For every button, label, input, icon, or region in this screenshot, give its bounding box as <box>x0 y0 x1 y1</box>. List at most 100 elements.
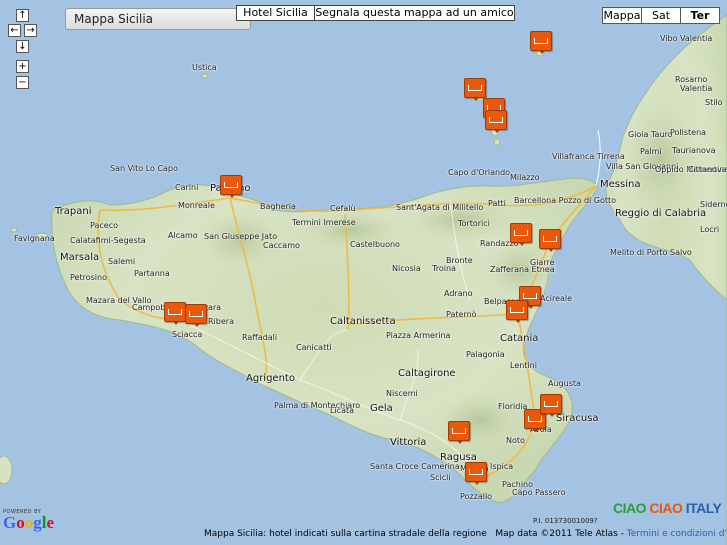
place-label: San Giuseppe Jato <box>204 232 278 241</box>
place-label: Milazzo <box>510 173 540 182</box>
place-label: Bagheria <box>260 202 296 211</box>
place-label: Patti <box>488 199 506 208</box>
place-label: Carini <box>175 183 199 192</box>
zoom-in-button[interactable]: + <box>16 60 29 73</box>
bed-icon <box>544 401 558 407</box>
place-label: Cittanova <box>688 165 727 174</box>
place-label: Acireale <box>540 294 573 303</box>
place-label: Sciacca <box>172 330 203 339</box>
hotel-marker-icon[interactable] <box>506 300 528 323</box>
maptype-sat-button[interactable]: Sat <box>641 7 681 24</box>
share-map-button[interactable]: Segnala questa mappa ad un amico <box>314 5 515 21</box>
bed-icon <box>528 416 542 422</box>
place-label: Taurianova <box>672 146 716 155</box>
map-title-dropdown[interactable]: Mappa Sicilia <box>65 8 251 30</box>
marker-pin-tip <box>473 97 479 101</box>
place-label: Catania <box>500 333 539 344</box>
place-label: Scicli <box>430 473 451 482</box>
hotel-marker-icon[interactable] <box>164 302 186 325</box>
place-label: Cefalù <box>330 204 356 213</box>
bed-icon <box>514 230 528 236</box>
place-label: Noto <box>506 436 525 445</box>
hotel-marker-icon[interactable] <box>510 223 532 246</box>
place-label: Reggio di Calabria <box>615 208 707 219</box>
place-label: Palagonia <box>466 350 505 359</box>
place-label: Bronte <box>446 256 473 265</box>
place-label: Piazza Armerina <box>386 331 451 340</box>
hotel-sicilia-button[interactable]: Hotel Sicilia <box>236 5 315 21</box>
place-label: Ribera <box>208 317 234 326</box>
google-logo[interactable]: POWERED BY Google <box>3 509 54 531</box>
marker-pin-tip <box>539 50 545 54</box>
place-label: Santa Croce Camerina <box>370 462 460 471</box>
marker-pin-tip <box>194 323 200 327</box>
pan-right-button[interactable]: → <box>24 24 37 37</box>
place-label: Paternò <box>446 310 477 319</box>
place-label: Castelbuono <box>350 240 400 249</box>
place-label: Siderno <box>700 200 727 209</box>
bed-icon <box>224 182 238 188</box>
place-label: Gela <box>370 403 393 414</box>
map-footer: Mappa Sicilia: hotel indicati sulla cart… <box>204 529 727 539</box>
marker-pin-tip <box>474 481 480 485</box>
place-label: Giarre <box>530 258 555 267</box>
place-label: Caccamo <box>263 241 300 250</box>
vulcano-island <box>493 138 501 146</box>
place-label: Polistena <box>670 128 707 137</box>
hotel-marker-icon[interactable] <box>448 421 470 444</box>
marker-pin-tip <box>519 242 525 246</box>
marker-pin-tip <box>515 319 521 323</box>
google-wordmark: Google <box>3 513 55 532</box>
place-label: Melito di Porto Salvo <box>610 248 692 257</box>
hotel-marker-icon[interactable] <box>540 394 562 417</box>
bed-icon <box>469 469 483 475</box>
place-label: Troina <box>432 264 456 273</box>
hotel-marker-icon[interactable] <box>485 110 507 133</box>
terrain-map[interactable] <box>0 0 727 545</box>
place-label: Ispica <box>490 462 514 471</box>
place-label: Caltanissetta <box>330 316 396 327</box>
place-label: Tortorici <box>458 219 490 228</box>
marker-pin-tip <box>494 129 500 133</box>
hotel-marker-icon[interactable] <box>464 78 486 101</box>
terms-link[interactable]: Termini e condizioni d'uso <box>627 529 727 539</box>
place-label: Agrigento <box>246 373 295 384</box>
place-label: Sant'Agata di Militello <box>396 203 484 212</box>
place-label: Caltagirone <box>398 368 456 379</box>
place-label: Siracusa <box>556 413 599 424</box>
place-label: Gioia Tauro <box>628 130 673 139</box>
hotel-marker-icon[interactable] <box>465 462 487 485</box>
ciao-ciao-italy-logo[interactable]: CIAO CIAO ITALY <box>613 500 722 516</box>
marker-pin-tip <box>173 321 179 325</box>
place-label: Valentia <box>680 84 713 93</box>
marker-pin-tip <box>457 440 463 444</box>
maptype-mappa-button[interactable]: Mappa <box>602 7 642 24</box>
place-label: Licata <box>330 406 355 415</box>
place-label: Lentini <box>510 361 537 370</box>
place-label: Capo d'Orlando <box>448 168 511 177</box>
marker-pin-tip <box>548 248 554 252</box>
hotel-marker-icon[interactable] <box>539 229 561 252</box>
place-label: Palmi <box>640 147 662 156</box>
pan-up-button[interactable]: ↑ <box>16 9 29 22</box>
map-data-credit: Map data ©2011 Tele Atlas - <box>495 529 624 539</box>
hotel-marker-icon[interactable] <box>185 304 207 327</box>
hotel-marker-icon[interactable] <box>530 31 552 54</box>
marker-pin-tip <box>549 413 555 417</box>
bed-icon <box>168 309 182 315</box>
maptype-ter-button[interactable]: Ter <box>680 7 720 24</box>
place-label: Paceco <box>90 221 118 230</box>
bed-icon <box>534 38 548 44</box>
pan-left-button[interactable]: ← <box>8 24 21 37</box>
pan-down-button[interactable]: ↓ <box>16 40 29 53</box>
bed-icon <box>489 117 503 123</box>
place-label: Trapani <box>55 206 92 217</box>
place-label: Raffadali <box>242 333 278 342</box>
hotel-marker-icon[interactable] <box>220 175 242 198</box>
zoom-out-button[interactable]: − <box>16 76 29 89</box>
marker-pin-tip <box>533 428 539 432</box>
place-label: Nicosia <box>392 264 421 273</box>
place-label: Canicattì <box>296 343 332 352</box>
place-label: Alcamo <box>168 231 198 240</box>
place-label: Villafranca Tirrena <box>552 152 625 161</box>
